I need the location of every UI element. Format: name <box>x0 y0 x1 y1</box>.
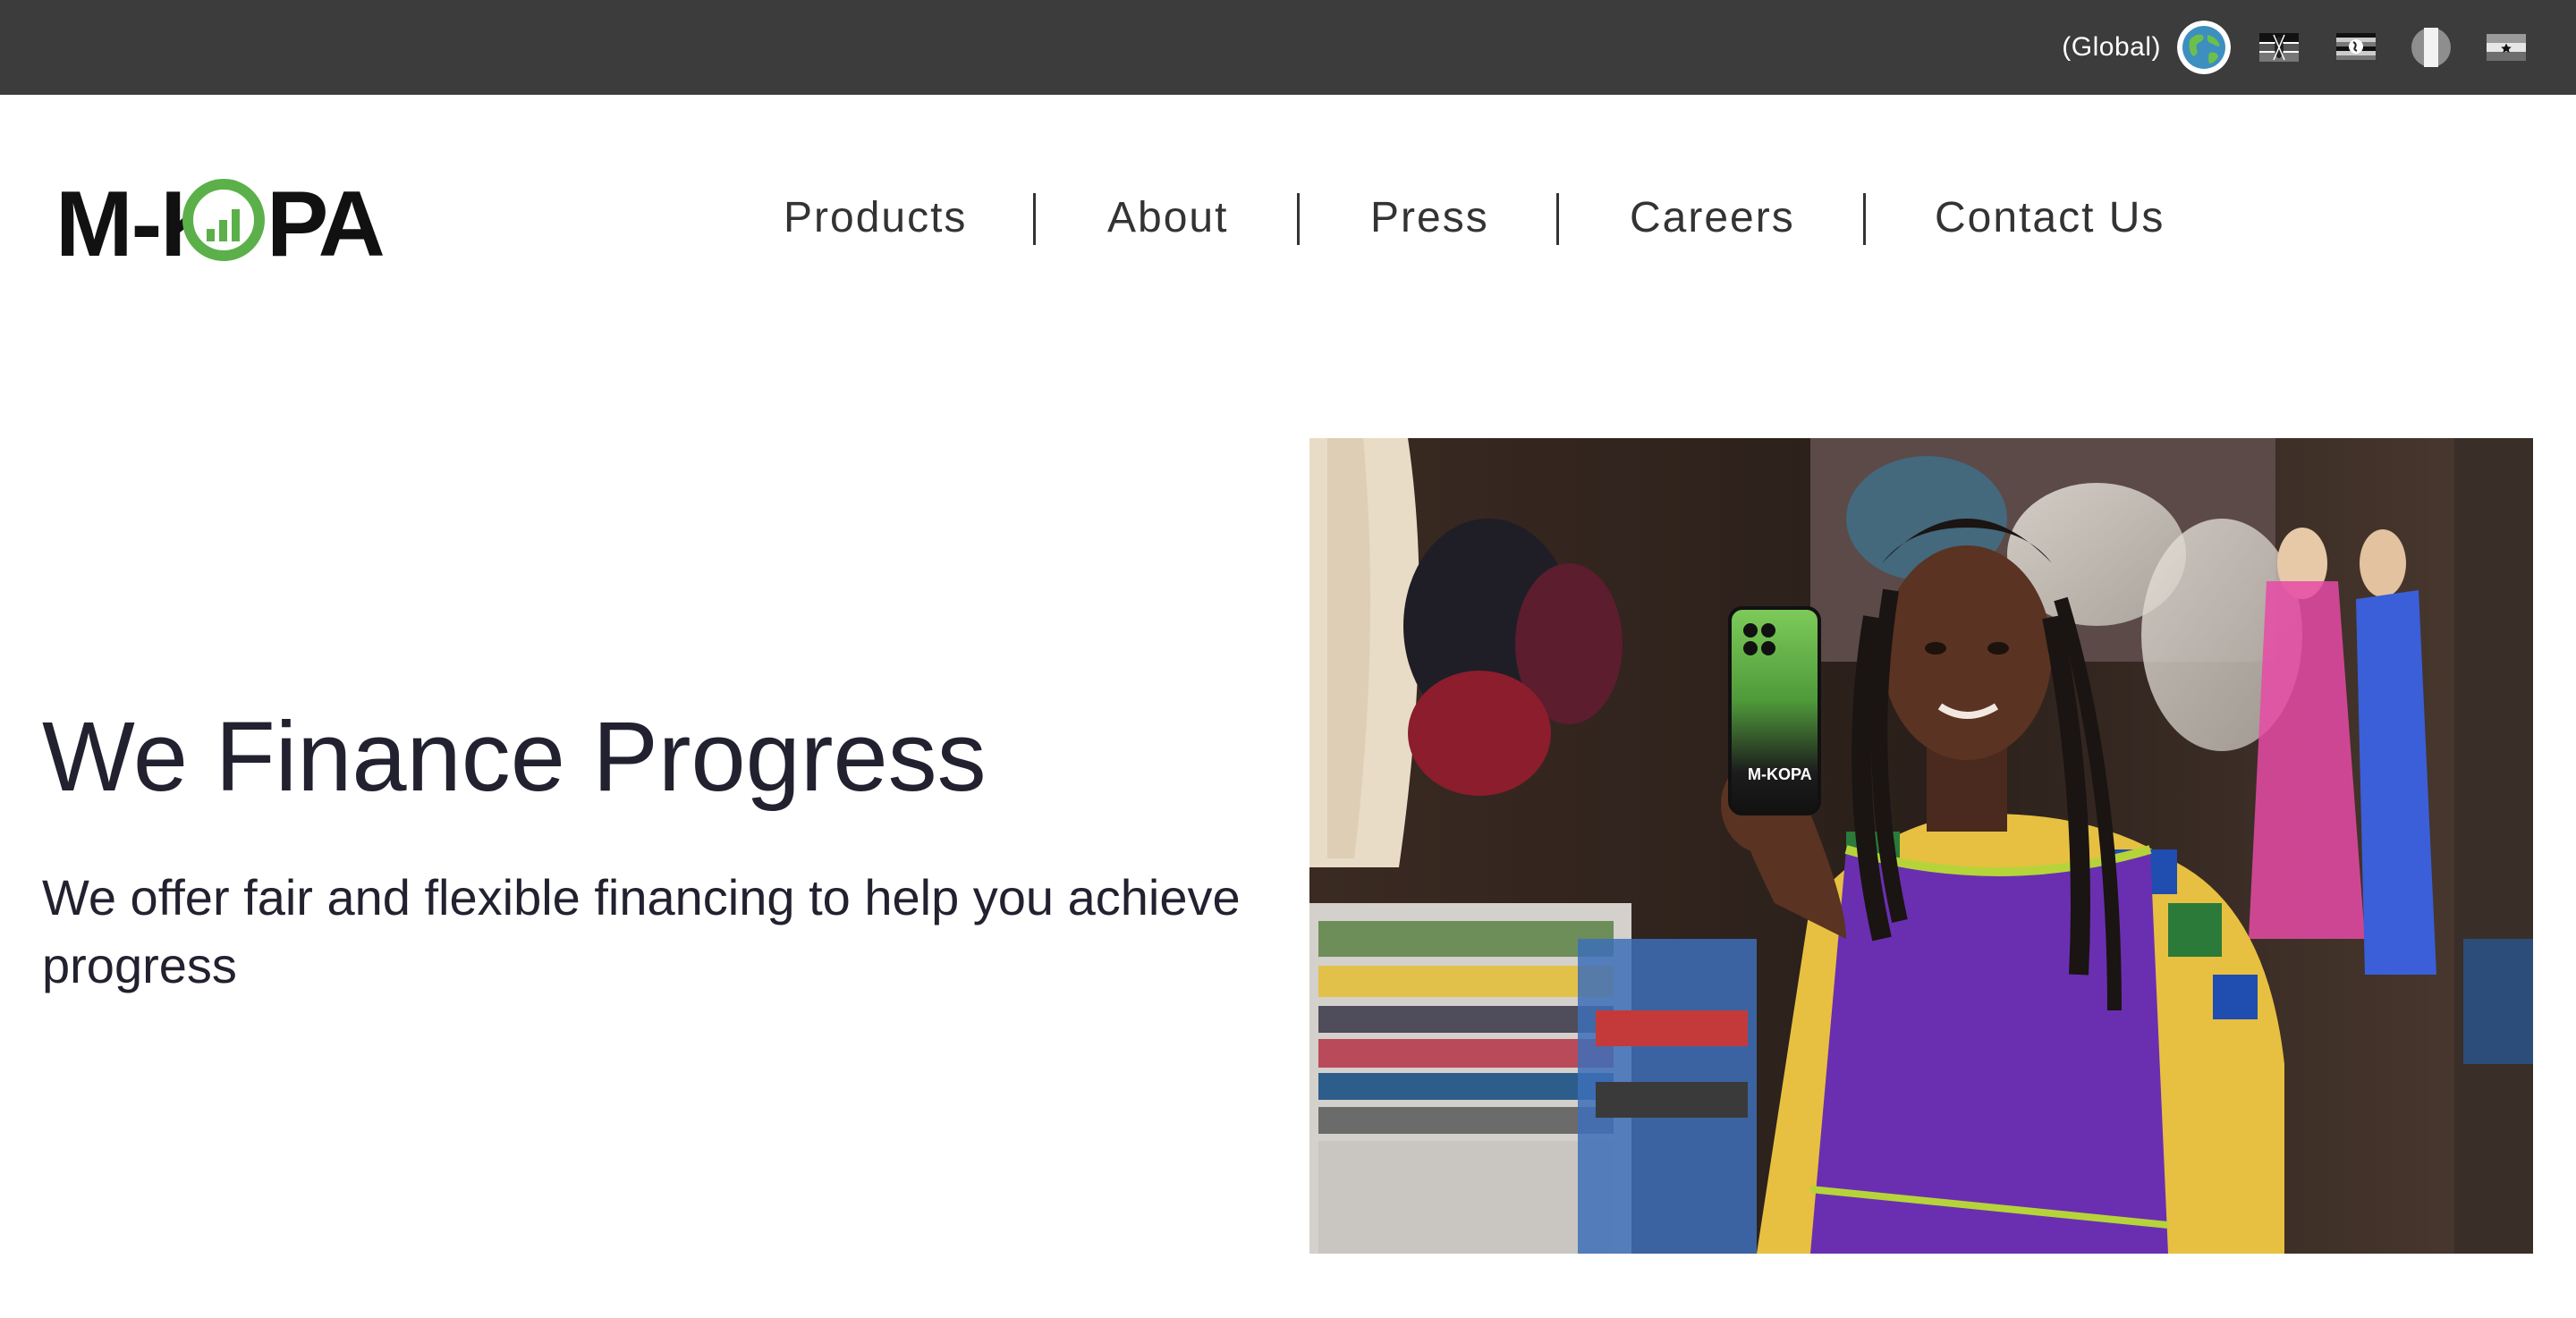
nav-press[interactable]: Press <box>1370 191 1489 245</box>
ghana-flag-icon[interactable] <box>2479 21 2533 74</box>
nav-divider <box>1556 193 1559 245</box>
phone-brand-text: M-KOPA <box>1748 765 1812 783</box>
region-label: (Global) <box>2062 32 2161 62</box>
nav-contact-us[interactable]: Contact Us <box>1935 191 2165 245</box>
nav-products[interactable]: Products <box>784 191 967 245</box>
nav-careers[interactable]: Careers <box>1630 191 1795 245</box>
nav-divider <box>1033 193 1036 245</box>
nav-divider <box>1863 193 1866 245</box>
hero-title: We Finance Progress <box>42 702 987 812</box>
m-kopa-logo[interactable]: M-K PA <box>55 177 395 266</box>
nigeria-flag-icon[interactable] <box>2404 21 2458 74</box>
svg-text:PA: PA <box>267 177 384 266</box>
nav-divider <box>1297 193 1300 245</box>
kenya-flag-icon[interactable] <box>2252 21 2306 74</box>
hero-subtitle: We offer fair and flexible financing to … <box>42 869 1241 993</box>
top-bar: (Global) <box>0 0 2576 95</box>
uganda-flag-icon[interactable] <box>2329 21 2383 74</box>
globe-icon[interactable] <box>2177 21 2231 74</box>
nav-about[interactable]: About <box>1107 191 1228 245</box>
hero-photo: M-KOPA <box>1309 438 2533 1254</box>
